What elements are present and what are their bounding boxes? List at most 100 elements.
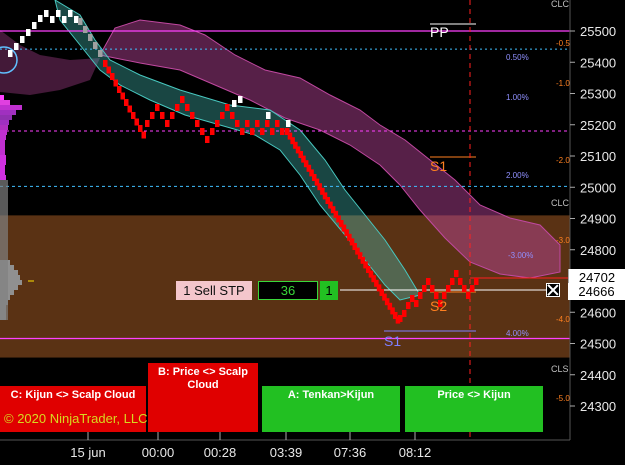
- renko-brick: [190, 112, 195, 119]
- signal-price-scalp-cloud[interactable]: B: Price <> Scalp Cloud: [148, 363, 258, 432]
- renko-brick: [205, 136, 210, 143]
- pivot-label: S1: [384, 333, 401, 349]
- renko-brick: [410, 295, 415, 302]
- volume-profile-bar: [0, 105, 22, 110]
- renko-brick: [26, 29, 31, 36]
- vwap-band-label: 2.00%: [506, 171, 529, 180]
- volume-profile-bar: [0, 135, 6, 140]
- renko-brick: [175, 104, 180, 111]
- time-tick-label: 00:28: [204, 445, 237, 460]
- renko-brick: [414, 300, 419, 307]
- renko-brick: [127, 105, 132, 113]
- price-tick-label: 25000: [580, 180, 616, 195]
- volume-profile-bar: [0, 120, 9, 125]
- renko-brick: [68, 10, 73, 17]
- renko-brick: [220, 112, 225, 119]
- renko-brick: [238, 96, 243, 103]
- renko-brick: [113, 79, 118, 87]
- time-tick-label: 15 jun: [70, 445, 105, 460]
- vwap-band-label: 0.50%: [506, 53, 529, 62]
- vwap-band-label: 1.00%: [506, 93, 529, 102]
- volume-profile-bar: [0, 115, 12, 120]
- side-label: CLC: [551, 0, 570, 9]
- volume-profile-bar: [0, 110, 16, 115]
- time-tick-label: 08:12: [399, 445, 432, 460]
- order-count[interactable]: 1: [320, 281, 338, 300]
- percent-label: -2.0: [556, 156, 570, 165]
- price-tick-label: 24800: [580, 243, 616, 258]
- volume-profile-bar: [0, 145, 5, 150]
- price-tick-label: 25200: [580, 118, 616, 133]
- renko-brick: [255, 120, 260, 127]
- renko-brick: [88, 34, 93, 41]
- renko-brick: [165, 120, 170, 127]
- renko-brick: [83, 26, 88, 33]
- renko-brick: [450, 278, 455, 285]
- renko-brick: [110, 73, 115, 80]
- renko-brick: [145, 120, 150, 127]
- renko-brick: [458, 278, 463, 285]
- renko-brick: [150, 112, 155, 119]
- renko-brick: [185, 104, 190, 111]
- renko-brick: [210, 128, 215, 135]
- price-tick-label: 24300: [580, 399, 616, 414]
- signal-tenkan-kijun[interactable]: A: Tenkan>Kijun: [262, 386, 400, 432]
- order-quantity[interactable]: 36: [258, 281, 318, 300]
- renko-brick: [232, 100, 237, 107]
- signal-price-kijun[interactable]: Price <> Kijun: [405, 386, 543, 432]
- volume-profile-bar: [0, 160, 6, 165]
- renko-brick: [406, 302, 411, 309]
- renko-brick: [200, 128, 205, 135]
- time-tick-label: 00:00: [142, 445, 175, 460]
- time-tick-label: 07:36: [334, 445, 367, 460]
- vwap-band-label: -3.00%: [508, 251, 533, 260]
- price-tick-label: 24500: [580, 337, 616, 352]
- renko-brick: [74, 16, 79, 23]
- renko-brick: [78, 18, 83, 25]
- price-tick-label: 24600: [580, 305, 616, 320]
- price-tick-label: 25300: [580, 87, 616, 102]
- side-label: CLC: [551, 198, 570, 208]
- renko-brick: [454, 270, 459, 277]
- renko-brick: [446, 285, 451, 292]
- renko-brick: [265, 120, 270, 127]
- ask-price-tag: 24666: [568, 283, 625, 300]
- time-axis-layer: 15 jun 00:00 00:28 03:39 07:36 08:12: [0, 432, 570, 460]
- renko-brick: [266, 112, 271, 119]
- renko-brick: [430, 285, 435, 292]
- renko-brick: [215, 120, 220, 127]
- renko-brick: [422, 285, 427, 292]
- renko-brick: [106, 66, 111, 74]
- volume-profile-bar: [0, 170, 5, 175]
- volume-profile-bar: [0, 175, 6, 180]
- renko-brick: [62, 16, 67, 23]
- renko-brick: [98, 50, 103, 57]
- volume-profile-bar: [0, 130, 7, 135]
- renko-brick: [117, 86, 122, 93]
- volume-profile-bar: [0, 125, 8, 130]
- volume-profile-bar: [0, 155, 6, 160]
- price-axis-layer: 25500 25400 25300 25200 25100 25000 24900 24800…: [569, 0, 616, 440]
- renko-brick: [418, 292, 423, 299]
- renko-brick: [170, 112, 175, 119]
- renko-brick: [131, 112, 136, 119]
- renko-brick: [50, 16, 55, 23]
- renko-brick: [56, 10, 61, 17]
- percent-label: -1.0: [556, 79, 570, 88]
- renko-brick: [260, 128, 265, 135]
- price-tick-label: 24900: [580, 212, 616, 227]
- renko-brick: [160, 112, 165, 119]
- renko-brick: [32, 22, 37, 29]
- renko-brick: [124, 99, 129, 106]
- price-tick-label: 24400: [580, 368, 616, 383]
- price-tick-label: 25500: [580, 24, 616, 39]
- renko-brick: [134, 118, 139, 126]
- renko-brick: [14, 43, 19, 50]
- order-type-label[interactable]: 1 Sell STP: [176, 281, 252, 300]
- close-order-icon[interactable]: [546, 283, 560, 297]
- renko-brick: [141, 131, 146, 139]
- renko-brick: [138, 125, 143, 132]
- renko-brick: [398, 315, 403, 322]
- renko-brick: [470, 285, 475, 292]
- renko-brick: [235, 120, 240, 127]
